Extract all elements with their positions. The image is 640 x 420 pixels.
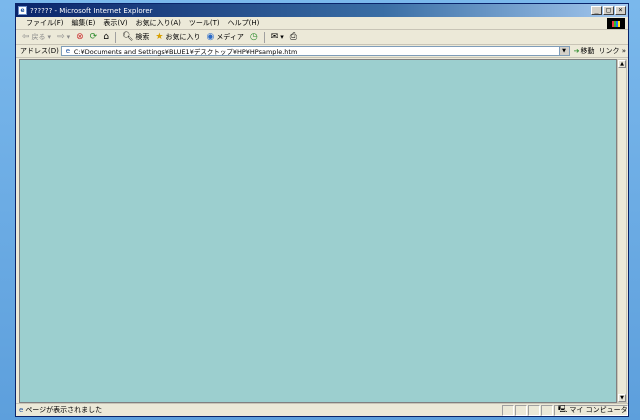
- menu-favorites[interactable]: お気に入り(A): [132, 18, 185, 28]
- security-zone: 🖳 マイ コンピュータ: [554, 404, 628, 416]
- page-icon: e: [65, 47, 71, 55]
- status-panel: [541, 404, 553, 416]
- status-panels: 🖳 マイ コンピュータ: [501, 404, 628, 416]
- media-icon: ◉: [206, 31, 215, 42]
- search-button[interactable]: 🔍︎ 検索: [120, 32, 151, 42]
- dropdown-icon: ▾: [280, 33, 284, 41]
- ie-icon: e: [18, 6, 27, 15]
- search-label: 検索: [135, 33, 150, 41]
- favorites-button[interactable]: ★ お気に入り: [153, 32, 202, 42]
- mail-icon: ✉: [270, 31, 279, 42]
- minimize-button[interactable]: _: [591, 6, 602, 15]
- zone-label: マイ コンピュータ: [569, 406, 628, 414]
- standard-toolbar: ⇦ 戻る ▾ ⇨ ▾ ⊗ ⟳ ⌂ 🔍︎ 検索 ★ お気に入り ◉ メディア ◷ …: [16, 30, 628, 45]
- scroll-down-arrow-icon[interactable]: ▼: [618, 394, 626, 402]
- computer-icon: 🖳: [558, 404, 568, 413]
- address-label: アドレス(D): [20, 47, 59, 55]
- back-button[interactable]: ⇦ 戻る ▾: [20, 32, 53, 42]
- back-label: 戻る: [31, 33, 46, 41]
- window-title: ?????? - Microsoft Internet Explorer: [30, 6, 153, 15]
- back-arrow-icon: ⇦: [22, 31, 30, 42]
- window-controls: _ □ ×: [591, 6, 626, 15]
- address-value: C:¥Documents and Settings¥BLUE1¥デスクトップ¥H…: [73, 48, 298, 56]
- go-arrow-icon: ➔: [573, 47, 580, 55]
- go-button[interactable]: ➔ 移動: [574, 46, 595, 56]
- menu-tools[interactable]: ツール(T): [185, 18, 224, 28]
- home-button[interactable]: ⌂: [101, 31, 111, 42]
- status-bar: e ページが表示されました 🖳 マイ コンピュータ: [16, 403, 628, 416]
- scroll-up-arrow-icon[interactable]: ▲: [618, 60, 626, 68]
- links-button[interactable]: リンク »: [598, 46, 626, 56]
- history-icon: ◷: [249, 31, 258, 42]
- print-button[interactable]: ⎙: [288, 31, 299, 42]
- home-icon: ⌂: [103, 31, 109, 42]
- forward-arrow-icon: ⇨: [57, 31, 65, 42]
- address-dropdown-icon[interactable]: ▼: [558, 47, 569, 55]
- media-label: メディア: [216, 33, 244, 41]
- favorites-star-icon: ★: [155, 31, 164, 42]
- refresh-icon: ⟳: [89, 31, 98, 42]
- go-label: 移動: [580, 47, 595, 55]
- status-text: ページが表示されました: [25, 406, 103, 414]
- vertical-scrollbar[interactable]: ▲ ▼: [617, 59, 627, 403]
- title-bar[interactable]: e ?????? - Microsoft Internet Explorer _…: [16, 4, 628, 17]
- menu-bar: ファイル(F) 編集(E) 表示(V) お気に入り(A) ツール(T) ヘルプ(…: [16, 17, 628, 30]
- menu-edit[interactable]: 編集(E): [68, 18, 100, 28]
- windows-logo-icon: [607, 18, 625, 29]
- stop-icon: ⊗: [76, 31, 84, 42]
- status-panel: [528, 404, 540, 416]
- toolbar-separator: [263, 31, 265, 43]
- status-panel: [515, 404, 527, 416]
- print-icon: ⎙: [289, 31, 297, 42]
- status-panel: [502, 404, 514, 416]
- menu-file[interactable]: ファイル(F): [22, 18, 68, 28]
- page-content[interactable]: [19, 59, 617, 403]
- dropdown-icon: ▾: [66, 33, 71, 41]
- media-button[interactable]: ◉ メディア: [204, 32, 245, 42]
- search-icon: 🔍︎: [121, 31, 134, 42]
- menu-help[interactable]: ヘルプ(H): [224, 18, 264, 28]
- history-button[interactable]: ◷: [248, 31, 260, 42]
- status-message: e ページが表示されました: [16, 405, 501, 415]
- dropdown-icon: ▾: [47, 33, 52, 41]
- mail-button[interactable]: ✉ ▾: [269, 31, 286, 42]
- browser-window: e ?????? - Microsoft Internet Explorer _…: [15, 3, 629, 417]
- address-bar: アドレス(D) e C:¥Documents and Settings¥BLUE…: [16, 45, 628, 58]
- forward-button[interactable]: ⇨ ▾: [55, 31, 72, 42]
- favorites-label: お気に入り: [165, 33, 201, 41]
- close-button[interactable]: ×: [615, 6, 626, 15]
- stop-button[interactable]: ⊗: [74, 31, 86, 42]
- toolbar-separator: [114, 31, 116, 43]
- refresh-button[interactable]: ⟳: [88, 31, 100, 42]
- page-done-icon: e: [19, 406, 24, 414]
- address-input[interactable]: e C:¥Documents and Settings¥BLUE1¥デスクトップ…: [60, 46, 570, 56]
- maximize-button[interactable]: □: [603, 6, 614, 15]
- menu-view[interactable]: 表示(V): [99, 18, 131, 28]
